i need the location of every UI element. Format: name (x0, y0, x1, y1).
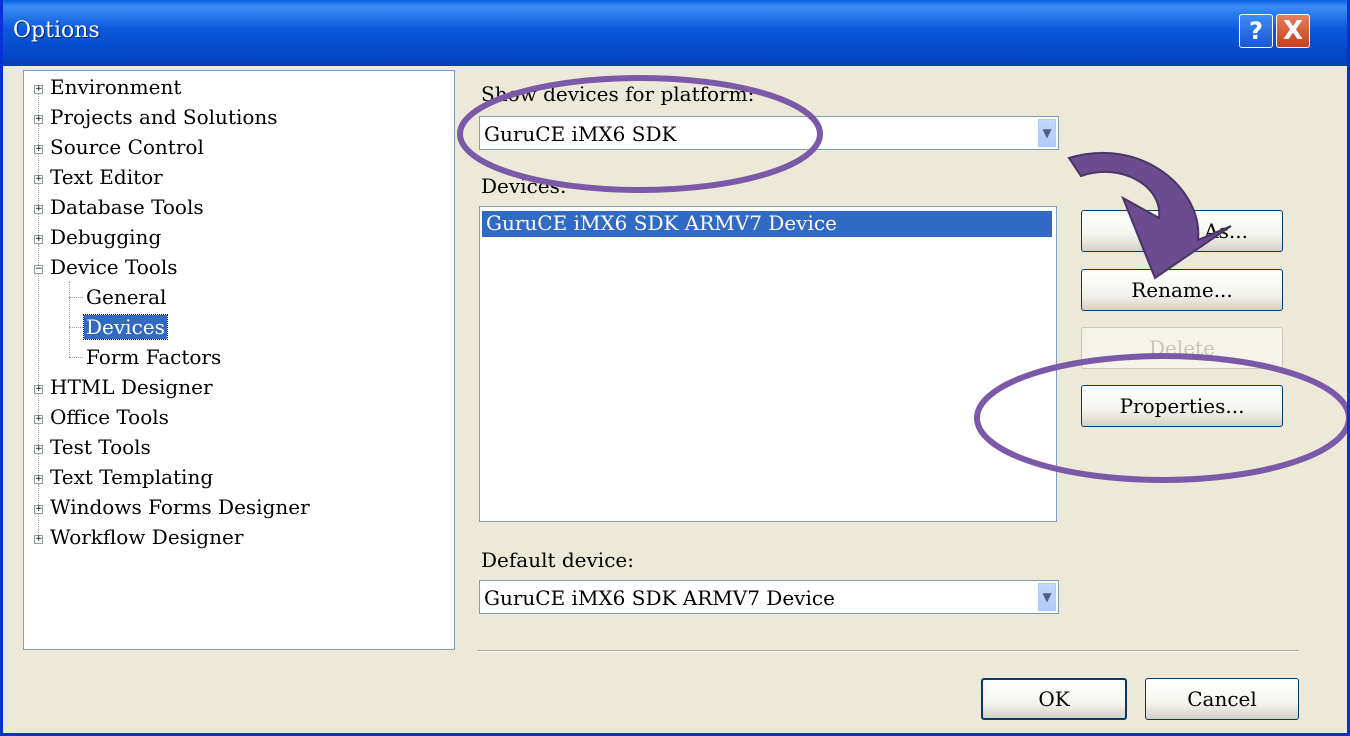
default-device-label: Default device: (481, 548, 634, 572)
tree-item-projects[interactable]: Projects and Solutions (50, 105, 278, 129)
properties-button[interactable]: Properties... (1081, 385, 1283, 427)
ok-button[interactable]: OK (981, 678, 1127, 720)
tree-item-debugging[interactable]: Debugging (50, 225, 161, 249)
expand-icon[interactable]: + (34, 535, 43, 544)
chevron-down-icon[interactable]: ▼ (1038, 119, 1056, 147)
tree-item-form-factors[interactable]: Form Factors (86, 345, 221, 369)
expand-icon[interactable]: + (34, 205, 43, 214)
title-bar[interactable]: Options ? X (3, 0, 1347, 66)
tree-item-device-tools[interactable]: Device Tools (50, 255, 178, 279)
platform-select-value: GuruCE iMX6 SDK (484, 122, 677, 146)
expand-icon[interactable]: + (34, 475, 43, 484)
chevron-down-icon[interactable]: ▼ (1038, 583, 1056, 611)
expand-icon[interactable]: + (34, 445, 43, 454)
tree-connector (69, 357, 83, 358)
platform-select[interactable]: GuruCE iMX6 SDK ▼ (479, 116, 1059, 150)
tree-item-source-control[interactable]: Source Control (50, 135, 204, 159)
tree-connector (69, 297, 83, 298)
tree-item-test-tools[interactable]: Test Tools (50, 435, 151, 459)
close-button[interactable]: X (1276, 14, 1310, 48)
tree-item-devices-label: Devices (83, 314, 168, 340)
options-tree[interactable]: + Environment + Projects and Solutions +… (23, 70, 455, 650)
divider (477, 650, 1299, 652)
delete-button[interactable]: Delete (1081, 327, 1283, 369)
expand-icon[interactable]: + (34, 145, 43, 154)
tree-item-windows-forms-designer[interactable]: Windows Forms Designer (50, 495, 310, 519)
tree-item-office-tools[interactable]: Office Tools (50, 405, 169, 429)
tree-item-general[interactable]: General (86, 285, 166, 309)
devices-list[interactable]: GuruCE iMX6 SDK ARMV7 Device (479, 206, 1057, 522)
expand-icon[interactable]: + (34, 385, 43, 394)
expand-icon[interactable]: + (34, 235, 43, 244)
tree-item-database-tools[interactable]: Database Tools (50, 195, 204, 219)
tree-item-text-templating[interactable]: Text Templating (50, 465, 213, 489)
help-button[interactable]: ? (1239, 14, 1273, 48)
expand-icon[interactable]: + (34, 505, 43, 514)
devices-label: Devices: (481, 174, 567, 198)
default-device-select[interactable]: GuruCE iMX6 SDK ARMV7 Device ▼ (479, 580, 1059, 614)
window-title: Options (13, 18, 100, 43)
rename-button[interactable]: Rename... (1081, 269, 1283, 311)
expand-icon[interactable]: + (34, 115, 43, 124)
cancel-button[interactable]: Cancel (1145, 678, 1299, 720)
tree-connector (69, 327, 83, 328)
tree-item-devices[interactable]: Devices (83, 314, 168, 340)
options-dialog: Options ? X + Environment + Projects and… (0, 0, 1350, 736)
tree-connector (38, 89, 39, 537)
list-item[interactable]: GuruCE iMX6 SDK ARMV7 Device (482, 211, 1052, 237)
close-icon: X (1282, 16, 1304, 46)
tree-item-html-designer[interactable]: HTML Designer (50, 375, 213, 399)
expand-icon[interactable]: + (34, 415, 43, 424)
platform-label: Show devices for platform: (481, 82, 755, 106)
expand-icon[interactable]: + (34, 175, 43, 184)
tree-item-text-editor[interactable]: Text Editor (50, 165, 163, 189)
tree-item-workflow-designer[interactable]: Workflow Designer (50, 525, 243, 549)
tree-connector (69, 281, 70, 357)
save-as-button-label: e As... (1186, 219, 1248, 243)
expand-icon[interactable]: + (34, 85, 43, 94)
save-as-button[interactable]: e As... (1081, 210, 1283, 252)
collapse-icon[interactable]: − (34, 265, 43, 274)
help-icon: ? (1249, 17, 1263, 45)
tree-item-environment[interactable]: Environment (50, 75, 181, 99)
default-device-select-value: GuruCE iMX6 SDK ARMV7 Device (484, 586, 835, 610)
